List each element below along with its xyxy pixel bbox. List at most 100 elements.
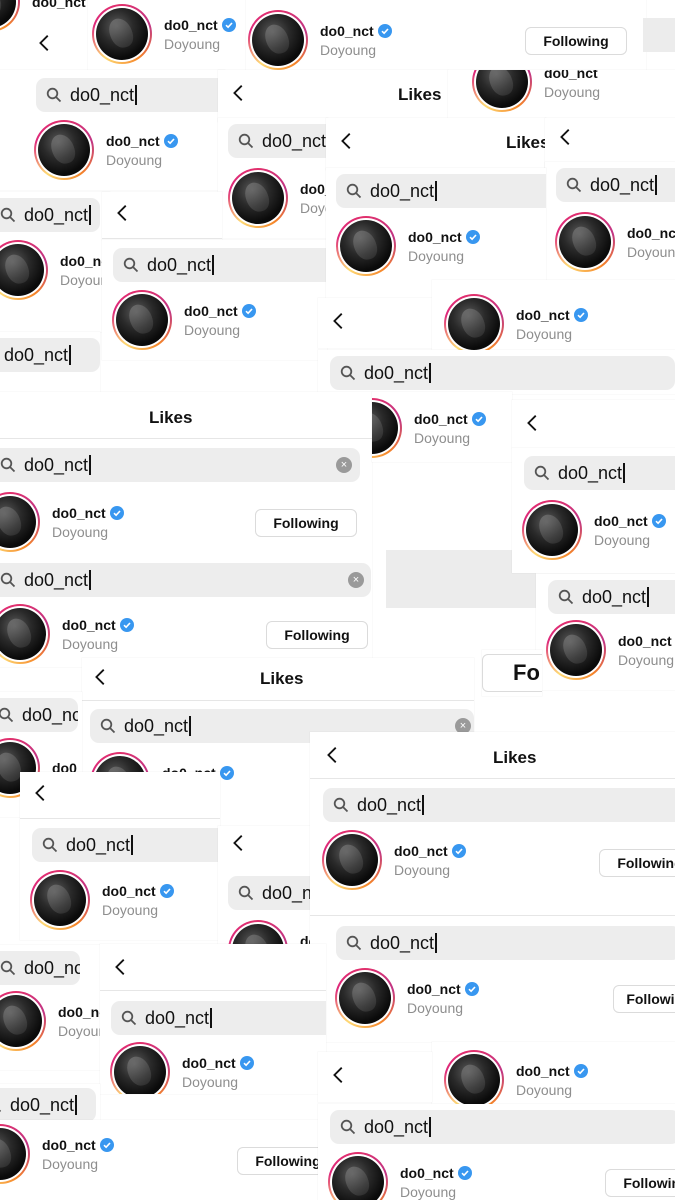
back-button[interactable]	[336, 130, 358, 152]
following-button[interactable]: Following	[613, 985, 675, 1013]
search-input[interactable]: do0_nct	[0, 951, 80, 985]
likes-page-fragment: Likes do0_nct × do0_nct Doyoung Followin…	[0, 392, 372, 667]
full-name: Doyoung	[618, 651, 675, 668]
back-button[interactable]	[112, 202, 134, 224]
search-icon	[238, 133, 254, 149]
search-input[interactable]: do0_nct	[330, 356, 675, 390]
search-input[interactable]: do0_nct	[32, 828, 220, 862]
user-row[interactable]: do0_nct Doyoung	[0, 991, 110, 1051]
search-icon	[0, 1097, 2, 1113]
following-button[interactable]: Following	[266, 621, 368, 649]
search-query: do0_nct	[24, 204, 89, 225]
following-button[interactable]: Following	[255, 509, 357, 537]
user-row[interactable]: do0_nct Doyoung	[0, 492, 124, 552]
avatar	[92, 4, 152, 64]
user-row[interactable]: do0_nct Doyoung	[522, 500, 666, 560]
search-input[interactable]: do0_nct ×	[0, 563, 371, 597]
profile-fragment: do0_nct Doyoung	[448, 70, 675, 122]
search-input[interactable]: do0_nct	[336, 174, 546, 208]
user-row[interactable]: do0_nct Doyoung	[110, 1042, 254, 1094]
verified-badge-icon	[573, 307, 588, 322]
back-button[interactable]	[555, 126, 577, 148]
following-button[interactable]: Following	[525, 27, 627, 55]
username: do0_nct	[32, 0, 86, 10]
user-row[interactable]: do0_nct Doyoung	[92, 4, 236, 64]
search-input[interactable]: do0_nct	[336, 926, 675, 960]
likes-header-fragment: Likes	[218, 70, 448, 122]
user-row[interactable]: do0_nct Doyoung	[472, 70, 600, 112]
full-name: Doyoung	[627, 243, 675, 260]
chevron-left-icon	[233, 85, 243, 101]
back-button[interactable]	[228, 832, 250, 854]
user-row[interactable]: do0_nct Doyoung	[0, 1124, 114, 1184]
chevron-left-icon	[333, 313, 343, 329]
verified-badge-icon	[239, 1055, 254, 1070]
user-row[interactable]: do0_nct Doyoung	[248, 10, 392, 70]
user-row[interactable]: do0_nct Doyoung	[444, 294, 588, 354]
user-row[interactable]: do0_nct Doyoung	[0, 240, 110, 300]
user-row[interactable]: do0_nct Doyoung	[555, 212, 675, 272]
username: do0_nct	[300, 180, 328, 197]
search-query: do0_nct	[24, 957, 80, 978]
following-button[interactable]: Following	[237, 1147, 330, 1175]
search-icon	[340, 1119, 356, 1135]
search-input[interactable]: do0_nct	[330, 1110, 675, 1144]
clear-icon[interactable]: ×	[336, 457, 352, 473]
user-row[interactable]: do0_nct Doyoung	[322, 830, 466, 890]
search-fragment: do0_nct do0_nct Doyoung	[536, 574, 675, 690]
user-row[interactable]: do0_nct	[0, 0, 86, 32]
search-input[interactable]: do0_nct	[0, 1088, 96, 1122]
search-input[interactable]: do0_nct	[0, 338, 100, 372]
back-button[interactable]	[30, 782, 52, 804]
following-button[interactable]: Following	[599, 849, 675, 877]
back-button[interactable]	[34, 32, 56, 54]
search-input[interactable]: do0_nct	[113, 248, 327, 282]
back-button[interactable]	[110, 956, 132, 978]
user-row[interactable]: do0_nct Doyoung	[0, 604, 134, 664]
user-row[interactable]: do0_nct Doyoung	[30, 870, 174, 930]
search-input[interactable]: do0_nct	[0, 198, 100, 232]
back-button[interactable]	[228, 82, 250, 104]
avatar	[546, 620, 606, 680]
user-row[interactable]: do0_nct Doyoung	[328, 1152, 472, 1200]
likes-header-fragment	[512, 400, 675, 448]
user-row[interactable]: do0_nct Doyoung	[228, 168, 328, 228]
search-input[interactable]: do0_nct	[0, 698, 78, 732]
search-input[interactable]: do0_nct ×	[0, 448, 360, 482]
search-icon	[0, 960, 16, 976]
search-input[interactable]: do0_nct	[556, 168, 675, 202]
user-row[interactable]: do0_nct Doyoung	[336, 216, 480, 276]
username: do0_nct	[414, 410, 468, 427]
username: do0_nct	[394, 842, 448, 859]
back-button[interactable]	[90, 666, 112, 688]
user-row[interactable]: do0_nct Doyoung	[372, 398, 486, 458]
full-name: Doyoung	[106, 151, 163, 168]
search-input[interactable]: do0_nct	[548, 580, 675, 614]
search-input[interactable]: do0_nct	[36, 78, 225, 112]
user-row[interactable]: do0_nct Doyoung	[546, 620, 674, 680]
username: do0_nct	[407, 980, 461, 997]
search-input[interactable]: do0_nct	[524, 456, 675, 490]
verified-badge-icon	[457, 1165, 472, 1180]
search-query: do0_nct	[590, 174, 655, 195]
user-row[interactable]: do0_nct Doyoung	[444, 1050, 588, 1110]
page-title: Likes	[398, 85, 442, 104]
search-icon	[0, 207, 16, 223]
following-button[interactable]: Fo	[482, 654, 542, 692]
back-button[interactable]	[522, 412, 544, 434]
full-name: Doyoung	[394, 861, 451, 878]
back-button[interactable]	[328, 310, 350, 332]
clear-icon[interactable]: ×	[348, 572, 364, 588]
search-input[interactable]: do0_nct	[111, 1001, 326, 1035]
back-button[interactable]	[328, 1064, 350, 1086]
back-button[interactable]	[322, 744, 344, 766]
user-row[interactable]: do0_nct Doyoung	[335, 968, 479, 1028]
search-icon	[42, 837, 58, 853]
following-button[interactable]: Following	[605, 1169, 675, 1197]
username: do0_nct	[52, 504, 106, 521]
user-row[interactable]: do0_nct Doyoung	[112, 290, 256, 350]
user-row[interactable]: do0_nct Doyoung	[34, 120, 178, 180]
search-input[interactable]: do0_nct	[323, 788, 675, 822]
search-input[interactable]: do0_nct	[228, 876, 318, 910]
search-input[interactable]: do0_nct	[228, 124, 328, 158]
